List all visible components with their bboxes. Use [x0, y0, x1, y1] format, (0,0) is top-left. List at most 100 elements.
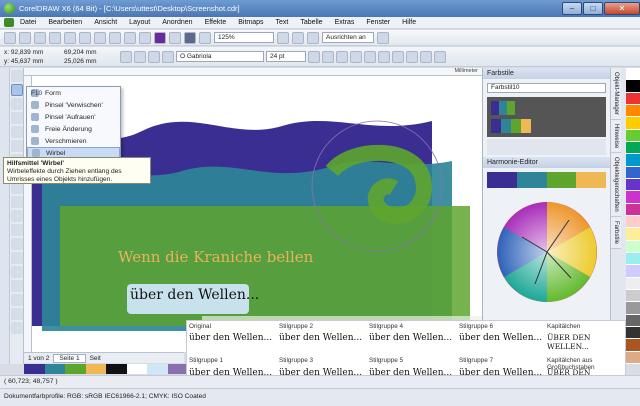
open-icon[interactable]	[19, 31, 31, 44]
font-size-select[interactable]: 24 pt	[266, 51, 306, 62]
artistic-heading[interactable]: Wenn die Kraniche bellen	[118, 248, 313, 266]
palette-swatch[interactable]	[626, 302, 640, 315]
palette-swatch[interactable]	[626, 80, 640, 93]
flyout-item-smear[interactable]: Pinsel 'Verwischen'	[27, 99, 120, 111]
palette-swatch[interactable]	[626, 240, 640, 253]
import-icon[interactable]	[154, 31, 166, 44]
basic-shapes-icon[interactable]	[11, 196, 23, 208]
character-format-icon[interactable]	[378, 50, 390, 63]
table-tool-icon[interactable]	[11, 224, 23, 236]
blend-tool-icon[interactable]	[11, 266, 23, 278]
selected-text[interactable]: über den Wellen...	[130, 287, 259, 303]
doc-color[interactable]	[24, 364, 45, 374]
menu-extras[interactable]: Extras	[329, 19, 361, 26]
document-palette[interactable]	[24, 364, 188, 374]
paste-icon[interactable]	[94, 31, 106, 44]
close-button[interactable]: ✕	[604, 2, 640, 15]
opentype-icon[interactable]	[434, 50, 446, 63]
tab-hints[interactable]: Hinweise	[611, 120, 621, 154]
bold-icon[interactable]	[308, 50, 320, 63]
position-fields[interactable]: x: 92,839 mm y: 45,637 mm	[4, 48, 62, 66]
harmony-colors[interactable]	[487, 172, 606, 188]
size-fields[interactable]: 69,204 mm 25,026 mm	[64, 48, 118, 66]
x-field[interactable]: x: 92,839 mm	[4, 48, 62, 57]
palette-swatch[interactable]	[626, 289, 640, 303]
doc-color[interactable]	[167, 364, 188, 374]
flyout-item-form[interactable]: Form F10	[27, 87, 120, 99]
flyout-item-roughen[interactable]: Pinsel 'Aufrauen'	[27, 111, 120, 123]
menu-text[interactable]: Text	[270, 19, 295, 26]
harmony-color-3[interactable]	[546, 172, 577, 188]
style-name-input[interactable]: Farbstil10	[487, 83, 606, 93]
freehand-tool-icon[interactable]	[11, 126, 23, 138]
palette-swatch[interactable]	[626, 141, 640, 155]
align-icon[interactable]	[350, 50, 362, 63]
underline-icon[interactable]	[336, 50, 348, 63]
palette-swatch[interactable]	[626, 314, 640, 327]
harmony-color-4[interactable]	[576, 172, 606, 188]
interactive-fill-icon[interactable]	[11, 322, 23, 334]
palette-swatch[interactable]	[626, 117, 640, 130]
color-profile-info[interactable]: Dokumentfarbprofile: RGB: sRGB IEC61966-…	[4, 393, 206, 400]
doc-color[interactable]	[65, 364, 86, 374]
application-launcher-icon[interactable]	[199, 31, 211, 44]
palette-swatch[interactable]	[626, 215, 640, 229]
zoom-select[interactable]: 125%	[214, 32, 274, 43]
export-icon[interactable]	[169, 31, 181, 44]
horizontal-ruler[interactable]: Millimeter	[24, 68, 482, 76]
outline-pen-icon[interactable]	[11, 294, 23, 306]
print-icon[interactable]	[49, 31, 61, 44]
harmony-color-2[interactable]	[516, 172, 547, 188]
font-select[interactable]: O Gabriola	[176, 51, 264, 62]
swatch-group-1[interactable]	[491, 101, 515, 115]
color-wheel[interactable]	[487, 192, 607, 312]
color-style-swatches[interactable]	[487, 97, 606, 137]
page-tab-2[interactable]: Seit	[90, 355, 101, 362]
palette-swatch[interactable]	[626, 265, 640, 278]
text-edit-icon[interactable]	[392, 50, 404, 63]
search-icon[interactable]	[139, 31, 151, 44]
page-counter[interactable]: 1 von 2	[28, 355, 49, 362]
palette-swatch[interactable]	[626, 277, 640, 290]
mirror-icon[interactable]	[148, 50, 160, 63]
full-screen-icon[interactable]	[277, 31, 289, 44]
tab-object-manager[interactable]: Objekt-Manager	[611, 68, 621, 121]
flyout-item-smudge[interactable]: Verschmieren	[27, 135, 120, 147]
menu-bitmaps[interactable]: Bitmaps	[232, 19, 269, 26]
menu-layout[interactable]: Layout	[123, 19, 156, 26]
y-field[interactable]: y: 45,637 mm	[4, 57, 62, 66]
cut-icon[interactable]	[64, 31, 76, 44]
doc-color[interactable]	[126, 364, 147, 374]
publish-pdf-icon[interactable]	[184, 31, 196, 44]
palette-swatch[interactable]	[626, 129, 640, 142]
snap-select[interactable]: Ausrichten an	[322, 32, 374, 43]
doc-color[interactable]	[106, 364, 127, 374]
bullets-icon[interactable]	[364, 50, 376, 63]
doc-color[interactable]	[147, 364, 168, 374]
menu-tabelle[interactable]: Tabelle	[294, 19, 328, 26]
height-field[interactable]: 25,026 mm	[64, 57, 118, 66]
palette-swatch[interactable]	[626, 166, 640, 179]
style-sample[interactable]: über den Wellen...	[369, 333, 452, 343]
redo-icon[interactable]	[124, 31, 136, 44]
minimize-button[interactable]: –	[562, 2, 582, 15]
menu-hilfe[interactable]: Hilfe	[396, 19, 422, 26]
menu-effekte[interactable]: Effekte	[199, 19, 233, 26]
style-sample[interactable]: über den Wellen...	[279, 333, 362, 343]
doc-color[interactable]	[44, 364, 65, 374]
palette-swatch[interactable]	[626, 191, 640, 204]
palette-swatch[interactable]	[626, 228, 640, 241]
crop-tool-icon[interactable]	[11, 98, 23, 110]
text-tool-icon[interactable]	[11, 210, 23, 222]
lock-ratio-icon[interactable]	[120, 50, 132, 63]
palette-swatch[interactable]	[626, 203, 640, 216]
smart-fill-icon[interactable]	[11, 140, 23, 152]
menu-ansicht[interactable]: Ansicht	[88, 19, 123, 26]
palette-swatch[interactable]	[626, 68, 640, 81]
app-menu-icon[interactable]	[4, 18, 14, 27]
save-icon[interactable]	[34, 31, 46, 44]
horizontal-text-icon[interactable]	[406, 50, 418, 63]
italic-icon[interactable]	[322, 50, 334, 63]
menu-datei[interactable]: Datei	[14, 19, 42, 26]
style-sample[interactable]: über den Wellen...	[189, 333, 272, 343]
